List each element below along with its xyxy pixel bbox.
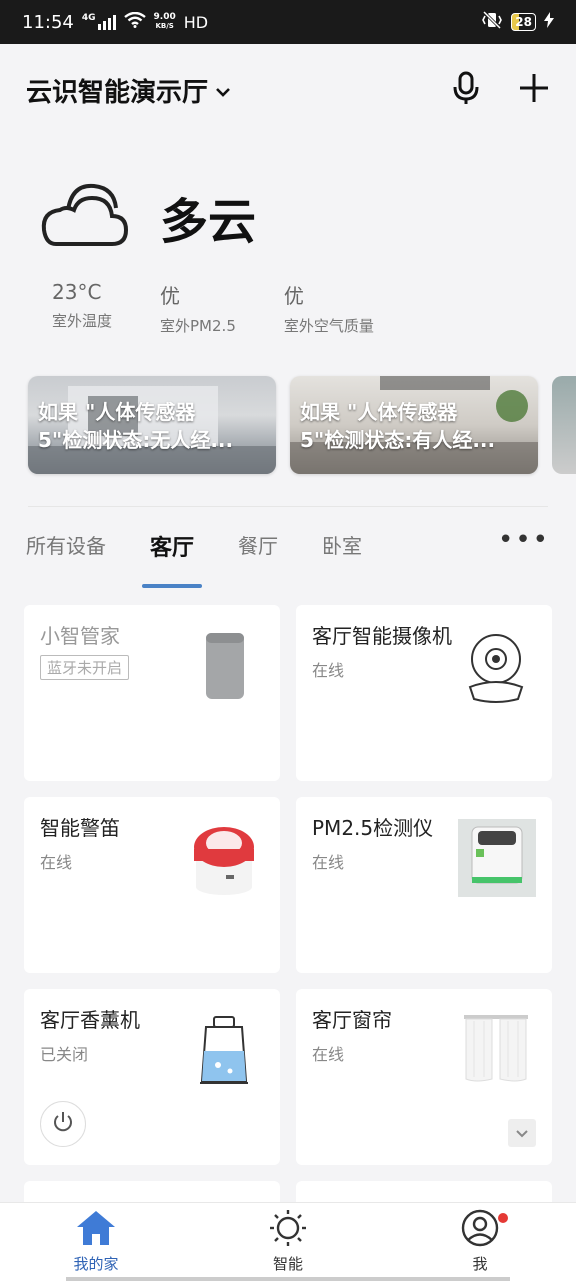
- metric-value: 优: [283, 284, 304, 308]
- hd-label: HD: [183, 12, 209, 32]
- cloud-icon: [38, 180, 130, 254]
- siren-icon: [184, 819, 264, 899]
- nav-label: 我: [472, 1255, 488, 1273]
- device-name: 客厅香薰机: [40, 1008, 140, 1032]
- metric-label: 室外空气质量: [283, 317, 374, 335]
- metric-temperature: 23°C 室外温度: [52, 280, 112, 336]
- status-bar: 11:54 4G 9.00 KB/S HD 28: [0, 0, 576, 44]
- room-tabs: 所有设备 客厅 餐厅 卧室 •••: [26, 527, 550, 590]
- scene-carousel[interactable]: 如果 "人体传感器 5"检测状态:无人经... 如果 "人体传感器 5"检测状态…: [28, 376, 576, 474]
- device-card[interactable]: 客厅智能摄像机 在线: [296, 605, 552, 781]
- metric-pm25: 优 室外PM2.5: [160, 280, 236, 336]
- expand-button[interactable]: [508, 1119, 536, 1147]
- camera-icon: [456, 627, 536, 707]
- humidifier-icon: [184, 1011, 264, 1091]
- metric-value: 优: [160, 284, 181, 308]
- sun-icon: [267, 1209, 309, 1251]
- device-card[interactable]: PM2.5检测仪 在线: [296, 797, 552, 973]
- microphone-icon[interactable]: [452, 71, 480, 109]
- tab-living-room[interactable]: 客厅: [142, 530, 203, 588]
- weather-summary: 多云: [38, 180, 256, 254]
- tab-label: 客厅: [150, 536, 195, 561]
- metric-value: 23°C: [52, 280, 102, 304]
- status-time: 11:54: [22, 11, 74, 33]
- tab-label: 卧室: [322, 534, 363, 558]
- add-icon[interactable]: [518, 72, 550, 108]
- scene-card[interactable]: 如果 "人体传感器 5"检测状态:无人经...: [28, 376, 276, 474]
- net-speed: 9.00 KB/S: [154, 13, 176, 31]
- device-card[interactable]: 客厅窗帘 在线: [296, 989, 552, 1165]
- device-status: 蓝牙未开启: [40, 655, 130, 680]
- metric-label: 室外PM2.5: [160, 317, 236, 335]
- device-card[interactable]: 小智管家 蓝牙未开启: [24, 605, 280, 781]
- tab-label: 餐厅: [238, 534, 279, 558]
- divider: [28, 506, 548, 507]
- power-button[interactable]: [40, 1101, 86, 1147]
- tab-label: 所有设备: [26, 534, 106, 558]
- device-name: PM2.5检测仪: [312, 816, 434, 840]
- net-speed-value: 9.00: [153, 12, 176, 22]
- power-icon: [52, 1111, 74, 1137]
- tab-indicator: [142, 584, 203, 588]
- charging-icon: [544, 11, 554, 33]
- home-title: 云识智能演示厅: [26, 77, 209, 108]
- net-speed-unit: KB/S: [155, 22, 174, 30]
- tab-bedroom[interactable]: 卧室: [322, 530, 362, 588]
- home-header: 云识智能演示厅: [0, 44, 576, 136]
- air-monitor-icon: [458, 819, 536, 897]
- nav-me[interactable]: 我: [384, 1203, 576, 1281]
- scene-text: 如果 "人体传感器 5"检测状态:有人经...: [300, 400, 496, 452]
- home-selector[interactable]: 云识智能演示厅: [26, 72, 232, 109]
- nav-smart[interactable]: 智能: [192, 1203, 384, 1281]
- chevron-down-icon: [214, 75, 232, 105]
- battery-icon: 28: [511, 13, 536, 31]
- device-name: 客厅智能摄像机: [312, 624, 452, 648]
- scene-card[interactable]: 如果 "人体传感器 5"检测状态:有人经...: [290, 376, 538, 474]
- weather-condition: 多云: [160, 194, 257, 250]
- smart-speaker-icon: [184, 627, 264, 707]
- network-type: 4G: [81, 13, 96, 23]
- home-icon: [75, 1209, 117, 1251]
- weather-metrics: 23°C 室外温度 优 室外PM2.5 优 室外空气质量: [52, 280, 422, 336]
- wifi-icon: [123, 11, 146, 33]
- bottom-nav: 我的家 智能 我: [0, 1202, 576, 1281]
- scene-card-peek[interactable]: [552, 376, 576, 474]
- scene-text: 如果 "人体传感器 5"检测状态:无人经...: [38, 400, 234, 452]
- tab-all-devices[interactable]: 所有设备: [26, 530, 106, 588]
- device-name: 智能警笛: [40, 816, 120, 840]
- notification-dot: [498, 1213, 508, 1223]
- device-card[interactable]: 智能警笛 在线: [24, 797, 280, 973]
- chevron-down-icon: [515, 1124, 529, 1143]
- device-name: 小智管家: [40, 624, 120, 648]
- user-icon: [459, 1209, 501, 1251]
- signal-icon: 4G: [82, 14, 116, 30]
- tab-dining-room[interactable]: 餐厅: [238, 530, 278, 588]
- more-icon[interactable]: •••: [498, 527, 550, 553]
- nav-label: 我的家: [73, 1255, 119, 1273]
- metric-air-quality: 优 室外空气质量: [284, 280, 374, 336]
- device-name: 客厅窗帘: [312, 1008, 392, 1032]
- nav-home[interactable]: 我的家: [0, 1203, 192, 1281]
- nav-label: 智能: [272, 1255, 303, 1273]
- curtain-icon: [456, 1011, 536, 1091]
- gesture-bar: [66, 1277, 510, 1281]
- device-card[interactable]: 客厅香薰机 已关闭: [24, 989, 280, 1165]
- metric-label: 室外温度: [52, 312, 113, 330]
- vibrate-icon: [481, 10, 503, 34]
